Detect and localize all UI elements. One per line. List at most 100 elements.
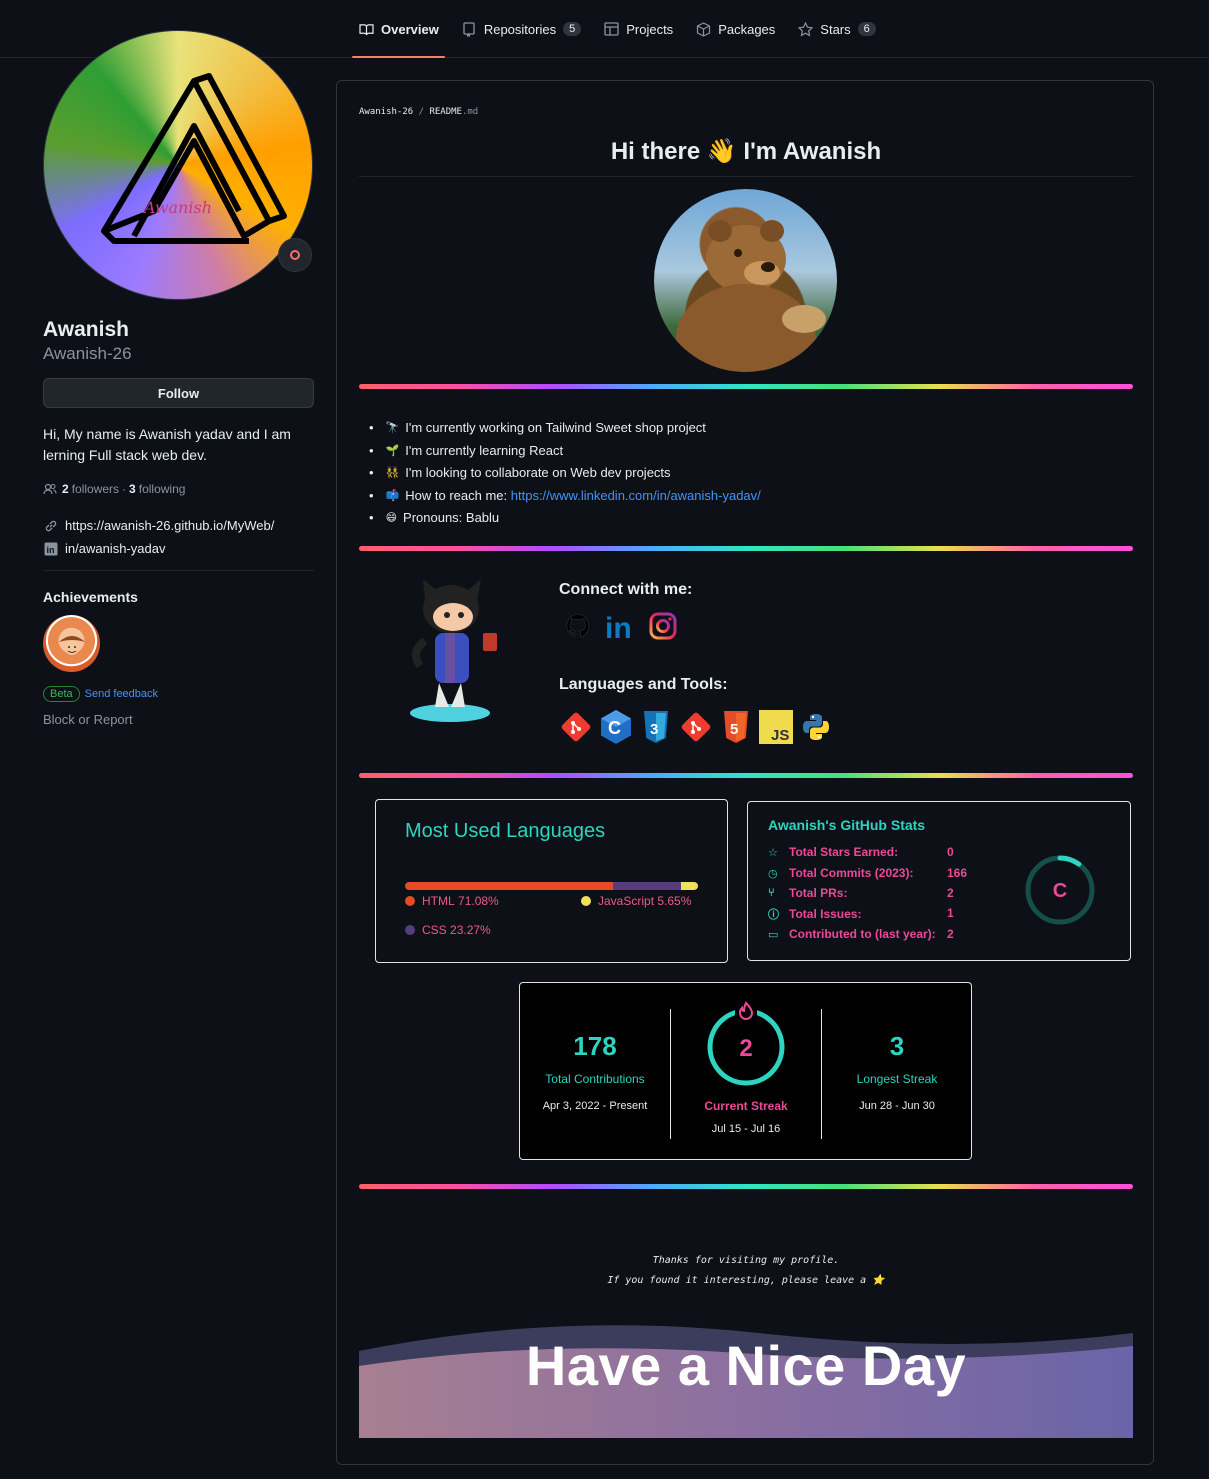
language-item-javascript: JavaScript 5.65% — [581, 894, 691, 908]
achievement-badge[interactable] — [43, 615, 100, 672]
avatar[interactable]: Awanish — [43, 30, 313, 300]
longest-streak-range: Jun 28 - Jun 30 — [859, 1100, 935, 1112]
crumb-owner[interactable]: Awanish-26 — [359, 107, 413, 117]
language-percent: 71.08% — [458, 894, 499, 908]
list-item-text: I'm currently working on Tailwind Sweet … — [405, 420, 706, 435]
stat-value-stars: 0 — [947, 845, 954, 859]
current-streak-label: Current Streak — [704, 1099, 788, 1113]
readme-breadcrumb: Awanish-26 / README.md — [359, 107, 478, 117]
book-icon — [358, 21, 374, 37]
current-streak-value: 2 — [739, 1035, 752, 1062]
profile-full-name: Awanish — [43, 318, 129, 341]
stat-label: Total Stars Earned: — [789, 845, 899, 859]
tab-projects-label: Projects — [626, 21, 674, 37]
css3-icon[interactable]: 3 — [639, 709, 673, 745]
tab-overview[interactable]: Overview — [348, 0, 449, 58]
dancers-icon: 👯 — [385, 467, 400, 479]
github-icon[interactable] — [563, 611, 593, 646]
list-item-text: I'm looking to collaborate on Web dev pr… — [405, 465, 671, 480]
thanks-line-2: If you found it interesting, please leav… — [607, 1275, 885, 1286]
html5-icon[interactable]: 5 — [719, 709, 753, 745]
linkedin-link[interactable]: in in/awanish-yadav — [43, 541, 315, 556]
profile-sidebar: Awanish Awanish Awanish-26 Follow Hi, My… — [43, 30, 315, 727]
clock-icon: ◷ — [768, 867, 778, 880]
streak-stats-card: 178 Total Contributions Apr 3, 2022 - Pr… — [519, 982, 972, 1160]
profile-readme: Awanish-26 / README.md Hi there 👋 I'm Aw… — [336, 80, 1154, 1465]
stat-value-commits: 166 — [947, 866, 968, 880]
website-url: https://awanish-26.github.io/MyWeb/ — [65, 518, 275, 533]
total-contributions: 178 Total Contributions Apr 3, 2022 - Pr… — [520, 983, 670, 1161]
git-icon[interactable] — [559, 709, 593, 745]
following-link[interactable]: 3 following — [129, 482, 185, 496]
linkedin-url-link[interactable]: https://www.linkedin.com/in/awanish-yada… — [511, 485, 761, 508]
stats-card-title: Awanish's GitHub Stats — [768, 817, 926, 833]
grade-letter: C — [1053, 880, 1067, 902]
followers-count: 2 — [62, 482, 69, 496]
tabs: Overview Repositories 5 Projects Package… — [348, 0, 888, 58]
repo-icon — [461, 21, 477, 37]
git-icon[interactable] — [679, 709, 713, 745]
avatar-container: Awanish — [43, 30, 313, 300]
profile-username: Awanish-26 — [43, 344, 132, 363]
svg-text:JS: JS — [771, 727, 789, 744]
beta-badge: Beta — [43, 686, 80, 702]
svg-text:5: 5 — [730, 721, 738, 738]
tab-packages[interactable]: Packages — [685, 0, 785, 58]
avatar-text: Awanish — [142, 198, 212, 217]
tab-repositories[interactable]: Repositories 5 — [451, 0, 591, 58]
stat-label: Contributed to (last year): — [789, 927, 936, 941]
stat-row-prs: ⑂ Total PRs: — [768, 886, 847, 900]
linkedin-icon: in — [43, 542, 59, 556]
svg-text:in: in — [47, 545, 55, 555]
stars-count: 6 — [857, 22, 876, 36]
total-contributions-range: Apr 3, 2022 - Present — [542, 1100, 648, 1112]
crumb-file[interactable]: README — [429, 107, 462, 117]
svg-text:C: C — [608, 718, 621, 738]
website-link[interactable]: https://awanish-26.github.io/MyWeb/ — [43, 518, 315, 533]
list-item: 👯 I'm looking to collaborate on Web dev p… — [385, 462, 761, 485]
list-item-text: How to reach me: — [405, 487, 511, 503]
stat-value-issues: 1 — [947, 906, 954, 920]
table-icon — [603, 21, 619, 37]
stat-row-contributed: ▭ Contributed to (last year): — [768, 927, 936, 941]
intro-list: 🔭 I'm currently working on Tailwind Sweet… — [385, 417, 761, 530]
status-emoji-button[interactable] — [278, 238, 312, 272]
tools-heading: Languages and Tools: — [559, 676, 728, 693]
language-percent: 23.27% — [450, 923, 491, 937]
following-count: 3 — [129, 482, 136, 496]
sidebar-divider — [43, 570, 314, 571]
smile-icon: 😄 — [385, 512, 398, 524]
languages-card-title: Most Used Languages — [405, 820, 606, 842]
follow-button[interactable]: Follow — [43, 378, 314, 408]
c-icon[interactable]: C — [599, 709, 633, 745]
python-icon[interactable] — [799, 709, 833, 745]
instagram-icon[interactable] — [649, 612, 677, 645]
list-item: 🌱 I'm currently learning React — [385, 440, 761, 463]
tab-projects[interactable]: Projects — [593, 0, 683, 58]
linkedin-icon[interactable]: in — [605, 611, 637, 646]
tab-packages-label: Packages — [718, 21, 776, 37]
follow-stats: 2 followers · 3 following — [43, 482, 315, 496]
profile-bio: Hi, My name is Awanish yadav and I am le… — [43, 426, 291, 463]
javascript-icon[interactable]: JS — [759, 709, 793, 745]
language-bar-segment — [681, 882, 698, 890]
grade-ring: C — [1025, 855, 1095, 925]
people-icon — [43, 483, 57, 495]
achievements-feedback: Beta Send feedback — [43, 686, 315, 702]
stat-label: Total PRs: — [789, 886, 848, 900]
readme-greeting: Hi there 👋 I'm Awanish — [610, 138, 882, 165]
total-contributions-label: Total Contributions — [545, 1072, 645, 1086]
connect-heading: Connect with me: — [559, 581, 693, 598]
stat-value-contributed: 2 — [947, 927, 954, 941]
link-icon — [43, 519, 59, 533]
language-item-css: CSS 23.27% — [405, 923, 491, 937]
svg-text:3: 3 — [650, 721, 658, 738]
current-streak-range: Jul 15 - Jul 16 — [711, 1123, 781, 1135]
block-or-report-link[interactable]: Block or Report — [43, 712, 315, 727]
send-feedback-link[interactable]: Send feedback — [85, 688, 158, 700]
separator-dot: · — [122, 482, 127, 496]
followers-link[interactable]: 2 followers — [62, 482, 119, 496]
tab-stars[interactable]: Stars 6 — [787, 0, 885, 58]
stat-label: Total Issues: — [789, 907, 862, 921]
avatar-logo: Awanish — [101, 73, 287, 244]
